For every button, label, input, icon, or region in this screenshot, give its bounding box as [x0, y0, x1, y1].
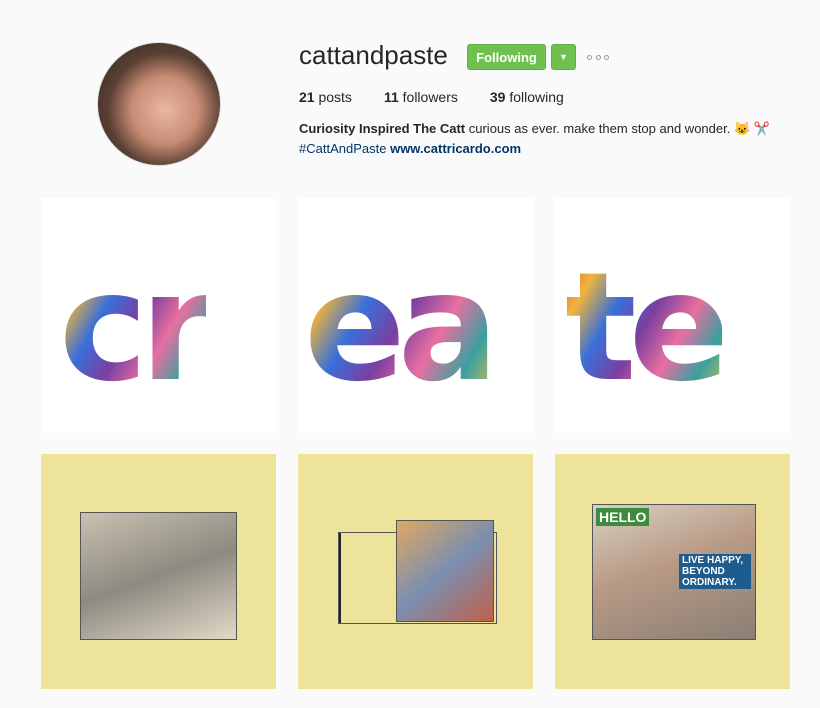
profile-avatar[interactable] [97, 42, 221, 166]
collage-quote-label: LIVE HAPPY, BEYOND ORDINARY. [679, 554, 751, 589]
profile-bio: Curiosity Inspired The Catt curious as e… [299, 119, 789, 159]
post-tile[interactable]: te [555, 198, 790, 433]
more-options-button[interactable] [587, 50, 609, 64]
post-tile[interactable]: HELLO LIVE HAPPY, BEYOND ORDINARY. [555, 454, 790, 689]
post-tile[interactable] [298, 454, 533, 689]
collage-image [80, 512, 237, 640]
username: cattandpaste [299, 40, 448, 70]
followers-stat[interactable]: 11 followers [384, 89, 458, 105]
bio-name: Curiosity Inspired The Catt [299, 121, 466, 136]
following-stat[interactable]: 39 following [490, 89, 564, 105]
bio-text: curious as ever. make them stop and wond… [465, 121, 770, 136]
collage-lettering: ea [304, 241, 499, 415]
chevron-down-icon: ▼ [559, 52, 568, 62]
more-dot-icon [587, 54, 592, 60]
suggestions-dropdown-button[interactable]: ▼ [551, 44, 576, 70]
collage-figure [396, 520, 494, 622]
bio-website-link[interactable]: www.cattricardo.com [390, 141, 521, 156]
more-dot-icon [604, 54, 609, 60]
profile-stats: 21 posts 11 followers 39 following [299, 89, 596, 105]
post-tile[interactable]: ea [298, 198, 533, 433]
post-tile[interactable] [41, 454, 276, 689]
collage-lettering: cr [59, 241, 214, 415]
following-button[interactable]: Following [467, 44, 546, 70]
post-tile[interactable]: cr [41, 198, 276, 433]
posts-stat: 21 posts [299, 89, 352, 105]
collage-lettering: te [565, 241, 730, 415]
more-dot-icon [595, 54, 601, 60]
bio-hashtag[interactable]: #CattAndPaste [299, 141, 386, 156]
collage-hello-label: HELLO [596, 508, 650, 526]
